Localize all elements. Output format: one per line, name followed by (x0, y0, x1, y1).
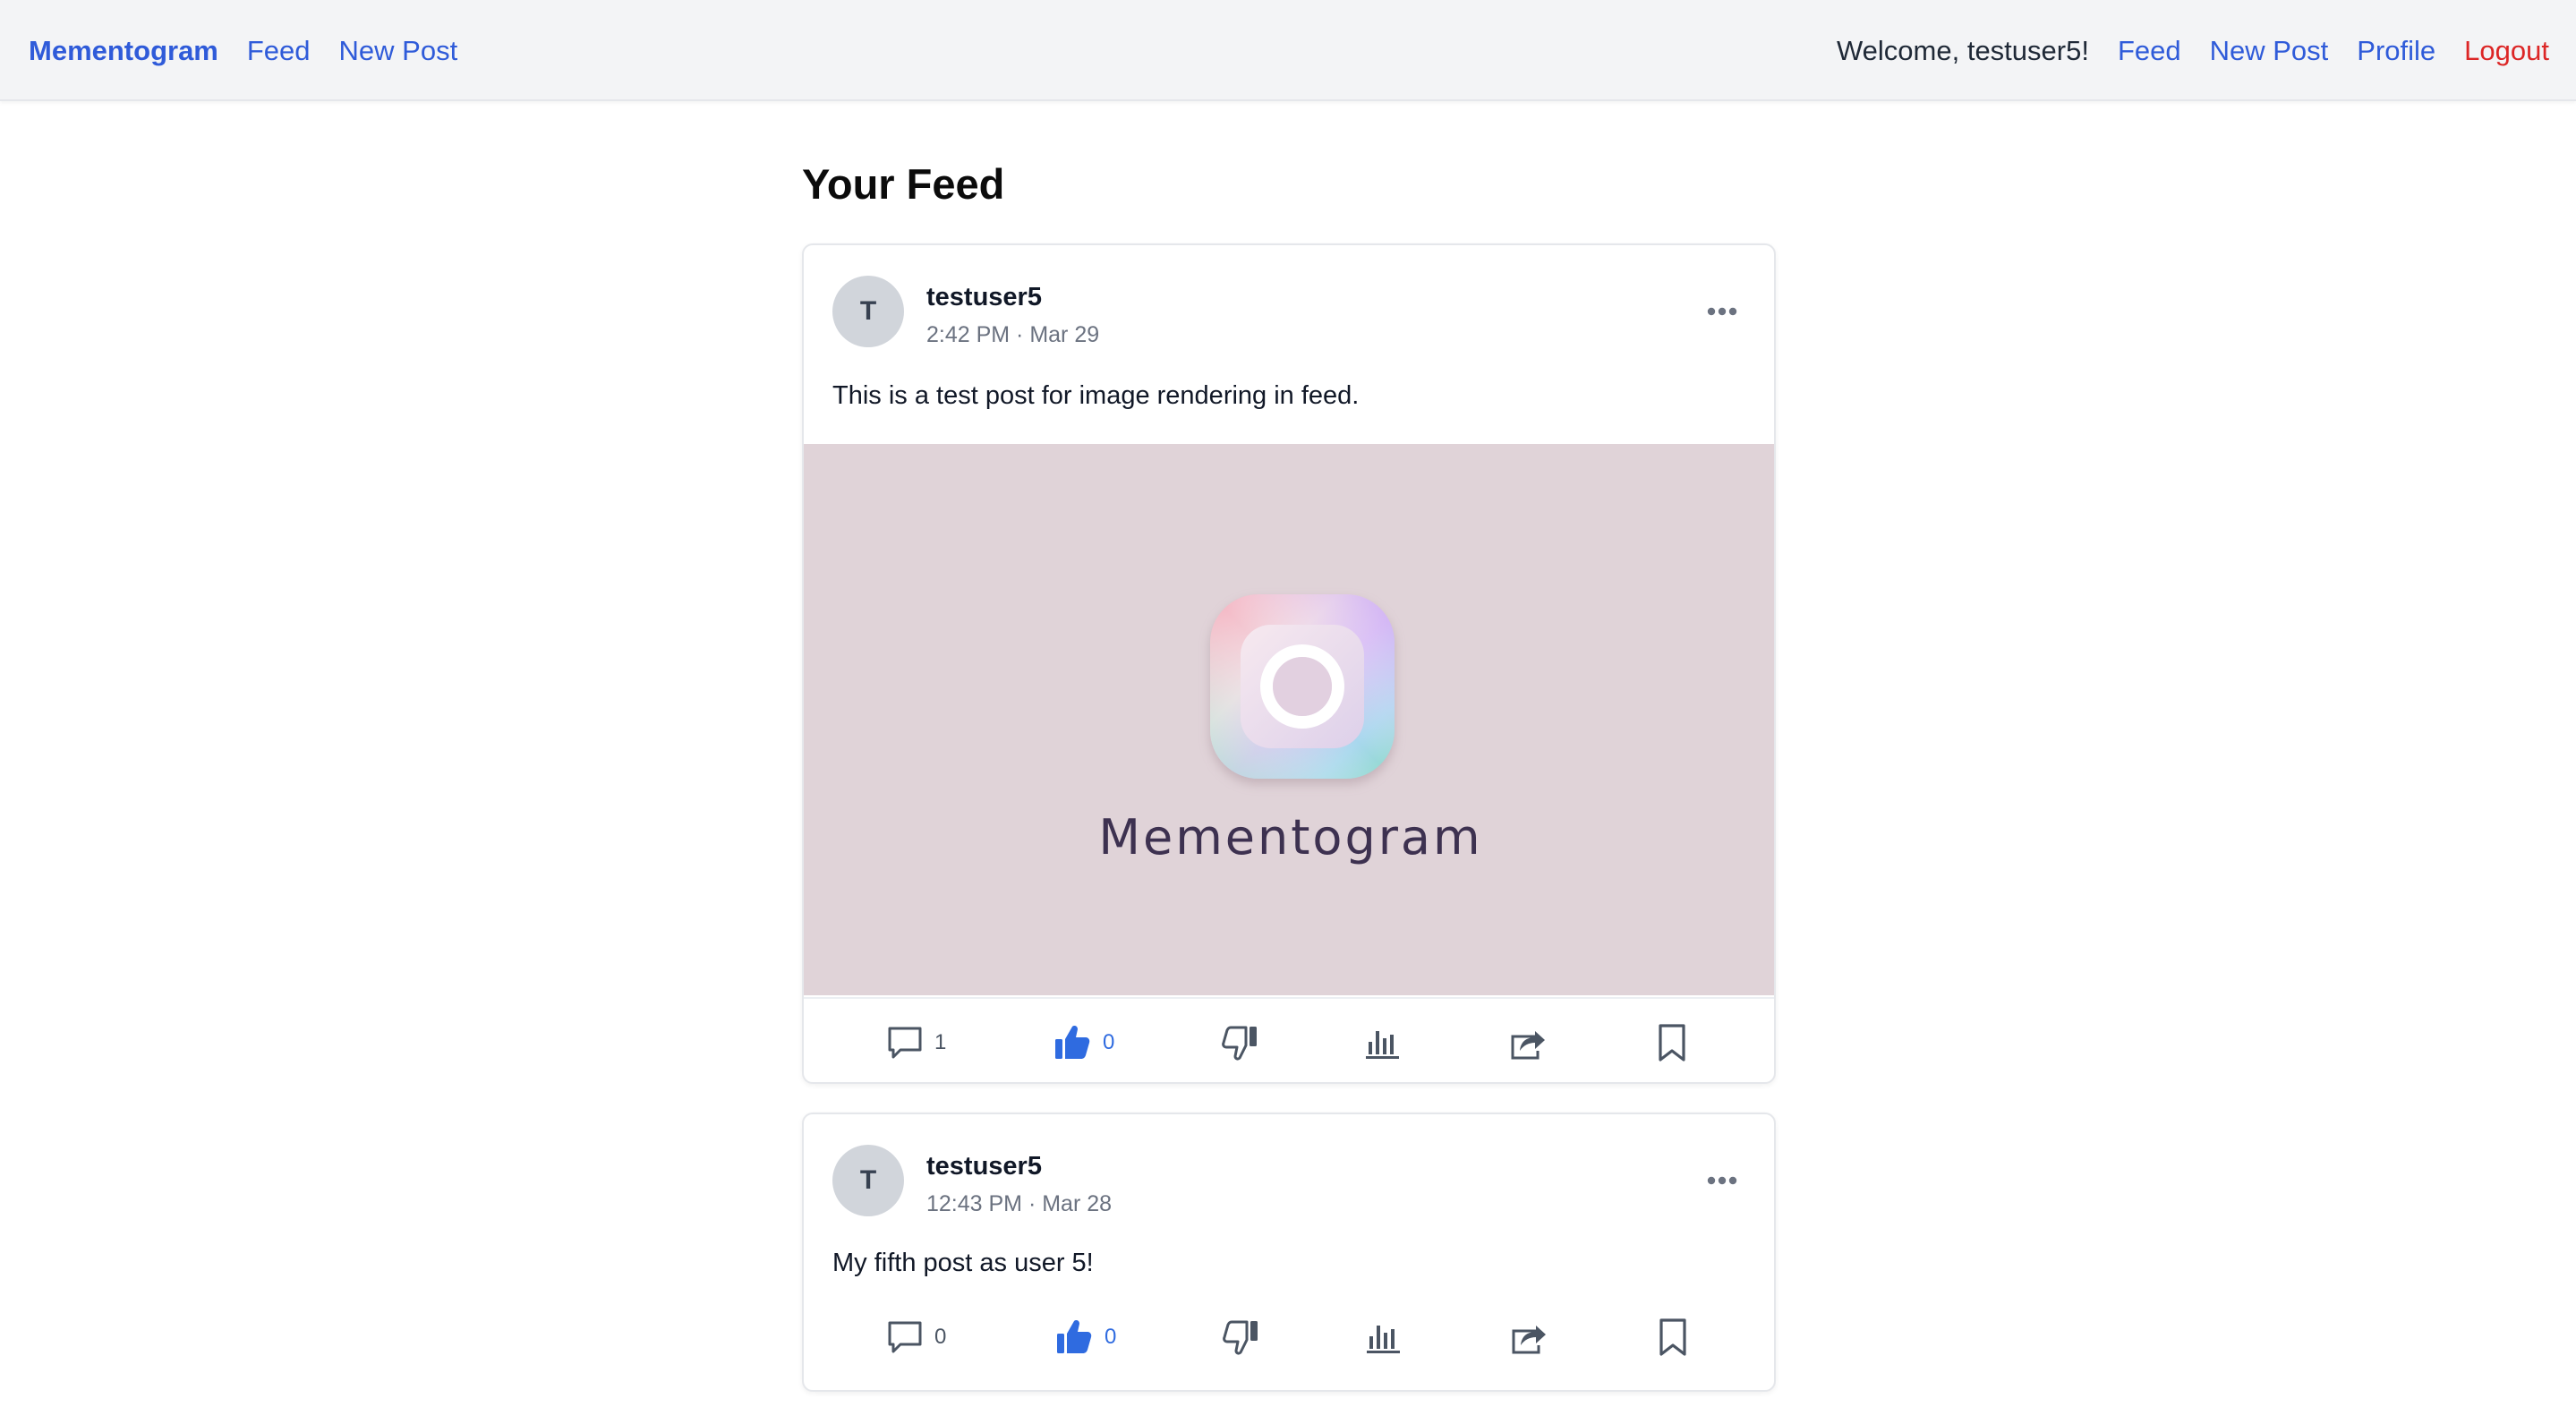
logout-link[interactable]: Logout (2464, 35, 2549, 67)
more-options-button[interactable] (1704, 1163, 1740, 1198)
bookmark-button[interactable] (1657, 1293, 1689, 1381)
more-horizontal-icon (1707, 307, 1737, 316)
more-horizontal-icon (1707, 1176, 1737, 1185)
stats-icon (1367, 1326, 1400, 1353)
share-button[interactable] (1508, 999, 1548, 1082)
post-header: T testuser5 2:42 PM · Mar 29 (804, 245, 1774, 379)
comment-count: 1 (934, 1030, 947, 1054)
post-header: T testuser5 12:43 PM · Mar 28 (804, 1114, 1774, 1249)
nav-left: Mementogram Feed New Post (29, 0, 457, 101)
avatar[interactable]: T (832, 276, 904, 347)
share-button[interactable] (1509, 1293, 1548, 1381)
top-navbar: Mementogram Feed New Post Welcome, testu… (0, 0, 2576, 101)
like-count: 0 (1105, 1325, 1117, 1349)
thumbs-down-icon (1222, 1026, 1257, 1061)
bookmark-icon (1659, 1024, 1685, 1062)
nav-profile-link[interactable]: Profile (2357, 35, 2435, 67)
brand-logo-link[interactable]: Mementogram (29, 35, 218, 67)
like-button[interactable]: 0 (1053, 999, 1115, 1082)
post-username[interactable]: testuser5 (926, 1152, 1042, 1181)
mementogram-logo-image (1210, 594, 1395, 779)
nav-right-new-post-link[interactable]: New Post (2210, 35, 2329, 67)
avatar[interactable]: T (832, 1145, 904, 1216)
stats-button[interactable] (1363, 999, 1401, 1082)
nav-right: Welcome, testuser5! Feed New Post Profil… (1837, 0, 2549, 101)
dislike-button[interactable] (1221, 1293, 1260, 1381)
thumbs-down-icon (1223, 1320, 1258, 1355)
stats-icon (1366, 1031, 1399, 1059)
post-timestamp: 2:42 PM · Mar 29 (926, 322, 1100, 347)
post-card: T testuser5 2:42 PM · Mar 29 This is a t… (802, 243, 1776, 1084)
nav-feed-link[interactable]: Feed (247, 35, 311, 67)
bookmark-icon (1659, 1318, 1686, 1356)
stats-button[interactable] (1364, 1293, 1402, 1381)
share-icon (1511, 1031, 1545, 1060)
post-timestamp: 12:43 PM · Mar 28 (926, 1191, 1113, 1216)
nav-right-feed-link[interactable]: Feed (2118, 35, 2181, 67)
post-text: This is a test post for image rendering … (832, 381, 1360, 410)
like-button[interactable]: 0 (1054, 1293, 1116, 1381)
bookmark-button[interactable] (1656, 999, 1688, 1082)
comment-icon (888, 1321, 922, 1353)
thumbs-up-icon (1057, 1320, 1092, 1353)
share-icon (1512, 1326, 1546, 1354)
post-image[interactable]: Mementogram (804, 444, 1774, 995)
page-title: Your Feed (802, 160, 1005, 208)
image-caption: Mementogram (1098, 809, 1483, 866)
post-actions: 0 0 (804, 1293, 1774, 1381)
more-options-button[interactable] (1704, 294, 1740, 329)
comment-button[interactable]: 0 (886, 1293, 946, 1381)
post-text: My fifth post as user 5! (832, 1249, 1094, 1277)
nav-new-post-link[interactable]: New Post (339, 35, 458, 67)
comment-icon (888, 1027, 922, 1059)
post-username[interactable]: testuser5 (926, 283, 1042, 312)
welcome-text: Welcome, testuser5! (1836, 34, 2089, 66)
post-card: T testuser5 12:43 PM · Mar 28 My fifth p… (802, 1113, 1776, 1392)
comment-button[interactable]: 1 (886, 999, 947, 1082)
comment-count: 0 (934, 1325, 947, 1349)
thumbs-up-icon (1055, 1026, 1090, 1059)
dislike-button[interactable] (1220, 999, 1259, 1082)
like-count: 0 (1103, 1030, 1115, 1054)
post-actions: 1 0 (804, 997, 1774, 1082)
